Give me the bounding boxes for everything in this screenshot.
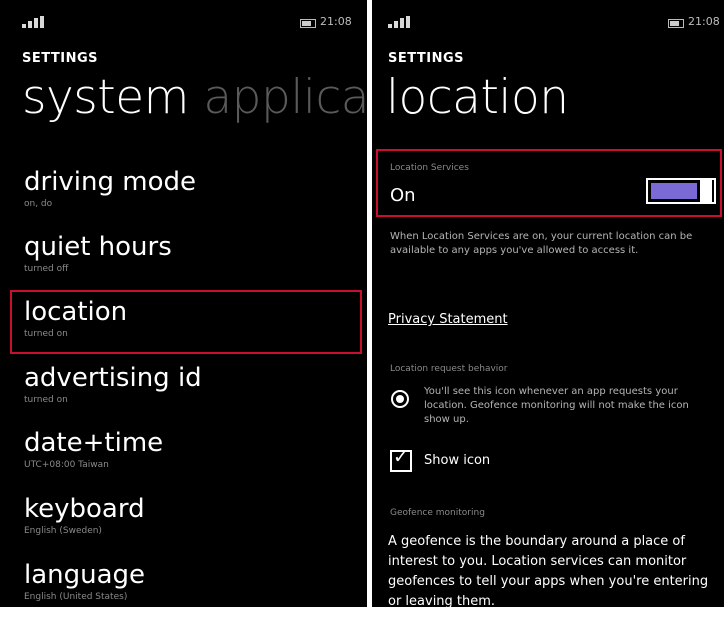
location-services-label: Location Services [390,163,469,173]
status-bar: 21:08 [372,0,724,40]
menu-item-subtitle: turned off [24,264,69,274]
geofence-description: A geofence is the boundary around a plac… [388,534,709,609]
privacy-statement-link[interactable]: Privacy Statement [388,312,508,327]
location-services-state: On [390,185,416,206]
menu-item-language[interactable]: language English (United States) [10,555,362,617]
battery-icon [300,19,316,28]
signal-strength-icon [22,16,44,28]
menu-item-title: driving mode [24,167,197,197]
signal-strength-icon [388,16,410,28]
menu-item-date-time[interactable]: date+time UTC+08:00 Taiwan [10,423,362,485]
menu-item-subtitle: UTC+08:00 Taiwan [24,460,109,470]
menu-item-title: location [24,297,128,327]
show-icon-checkbox[interactable]: ✓ [390,446,412,472]
location-request-radio[interactable] [391,390,409,408]
checkmark-icon: ✓ [393,446,409,468]
settings-label: SETTINGS [388,51,465,66]
pivot-header: system applica [22,74,367,121]
show-icon-label[interactable]: Show icon [424,453,490,468]
menu-item-subtitle: turned on [24,395,68,405]
location-toggle-switch[interactable] [646,178,716,204]
menu-item-keyboard[interactable]: keyboard English (Sweden) [10,489,362,551]
request-option-text: You'll see this icon whenever an app req… [424,386,689,425]
battery-icon [668,19,684,28]
status-bar: 21:08 [0,0,367,40]
menu-item-subtitle: English (United States) [24,592,128,602]
status-time: 21:08 [320,15,352,28]
geofence-section-label: Geofence monitoring [390,508,485,518]
menu-item-title: language [24,560,146,590]
settings-label: SETTINGS [22,51,99,66]
menu-item-title: advertising id [24,363,202,393]
toggle-thumb[interactable] [700,178,712,204]
menu-item-quiet-hours[interactable]: quiet hours turned off [10,227,362,289]
status-time: 21:08 [688,15,720,28]
menu-item-title: date+time [24,428,164,458]
menu-item-subtitle: on, do [24,199,53,209]
menu-item-subtitle: turned on [24,329,68,339]
menu-item-title: quiet hours [24,232,172,262]
pivot-applications[interactable]: applica [203,70,367,125]
request-behavior-label: Location request behavior [390,364,508,374]
menu-item-title: keyboard [24,494,145,524]
menu-item-advertising-id[interactable]: advertising id turned on [10,358,362,420]
menu-item-location[interactable]: location turned on [10,290,362,354]
menu-item-driving-mode[interactable]: driving mode on, do [10,162,362,224]
menu-item-subtitle: English (Sweden) [24,526,102,536]
location-description: When Location Services are on, your curr… [390,231,693,256]
page-title: location [386,70,569,125]
pivot-system[interactable]: system [22,70,189,125]
toggle-fill [651,183,697,199]
